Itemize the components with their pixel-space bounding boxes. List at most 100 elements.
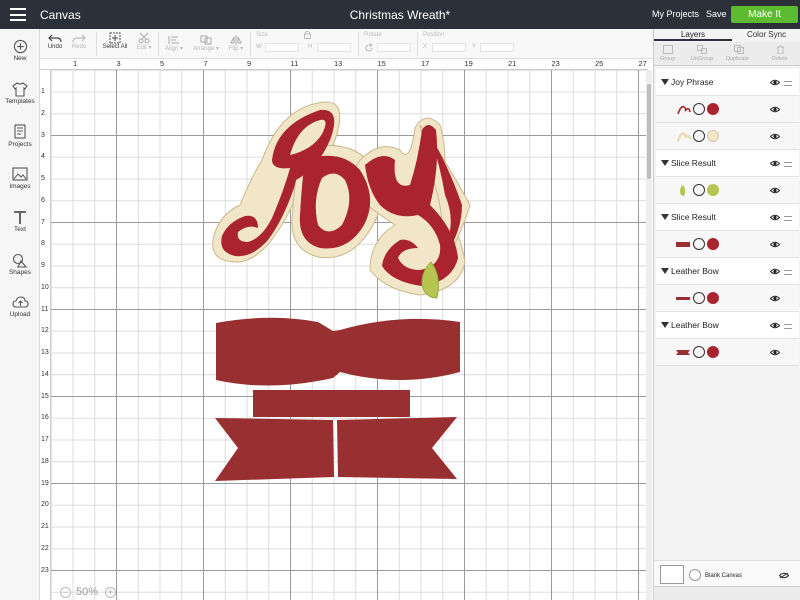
sidebar-item-projects[interactable]: Projects: [0, 124, 40, 148]
ungroup-button[interactable]: UnGroup: [691, 56, 713, 62]
layer-row[interactable]: [656, 231, 799, 258]
bow-strap-rect[interactable]: [253, 390, 410, 417]
sidebar-item-upload[interactable]: Upload: [0, 295, 40, 318]
rotate-field[interactable]: [377, 43, 411, 52]
layer-group-slice-result[interactable]: Slice Result: [656, 150, 799, 177]
eye-icon[interactable]: [770, 160, 780, 167]
attach-icon[interactable]: [693, 184, 705, 196]
eye-icon[interactable]: [770, 214, 780, 221]
attach-icon[interactable]: [693, 292, 705, 304]
height-field[interactable]: [317, 43, 351, 52]
delete-button[interactable]: Delete: [772, 56, 788, 62]
joy-thumbnail-icon: [677, 105, 691, 115]
strap-thumbnail-icon: [676, 297, 690, 300]
ruler-top-label: 11: [290, 59, 299, 68]
layer-group-slice-result[interactable]: Slice Result: [656, 204, 799, 231]
zoom-in-button[interactable]: +: [105, 587, 116, 598]
layer-group-name: Joy Phrase: [671, 77, 714, 87]
ribbon-tail-left[interactable]: [215, 418, 334, 481]
divider: [250, 32, 251, 56]
collapse-arrow-icon[interactable]: [661, 322, 669, 328]
eye-icon[interactable]: [770, 106, 780, 113]
eye-icon[interactable]: [770, 268, 780, 275]
save-button[interactable]: Save: [706, 9, 727, 19]
edit-menu[interactable]: Edit ▾: [133, 32, 155, 51]
color-swatch[interactable]: [707, 184, 719, 196]
arrange-menu[interactable]: Arrange ▾: [190, 35, 222, 52]
blank-canvas-row[interactable]: Blank Canvas: [654, 560, 800, 586]
drag-handle-icon[interactable]: [784, 324, 792, 329]
layer-group-joy-phrase[interactable]: Joy Phrase: [656, 69, 799, 96]
sidebar-item-new[interactable]: New: [0, 39, 40, 62]
drag-handle-icon[interactable]: [784, 162, 792, 167]
color-swatch[interactable]: [707, 238, 719, 250]
collapse-arrow-icon[interactable]: [661, 79, 669, 85]
hidden-eye-icon[interactable]: [779, 572, 789, 579]
eye-icon[interactable]: [770, 295, 780, 302]
eye-icon[interactable]: [770, 133, 780, 140]
ruler-top-label: 3: [116, 59, 121, 68]
collapse-arrow-icon[interactable]: [661, 160, 669, 166]
attach-icon[interactable]: [693, 130, 705, 142]
blank-canvas-swatch[interactable]: [660, 565, 684, 584]
sidebar-item-templates[interactable]: Templates: [0, 82, 40, 105]
attach-icon[interactable]: [693, 238, 705, 250]
divider: [96, 32, 97, 56]
drag-handle-icon[interactable]: [784, 81, 792, 86]
layer-row[interactable]: [656, 285, 799, 312]
layer-row[interactable]: [656, 96, 799, 123]
sidebar-item-shapes[interactable]: Shapes: [0, 253, 40, 276]
color-swatch[interactable]: [707, 292, 719, 304]
x-field[interactable]: [432, 43, 466, 52]
collapse-arrow-icon[interactable]: [661, 268, 669, 274]
color-swatch[interactable]: [707, 130, 719, 142]
flip-menu[interactable]: Flip ▾: [225, 35, 247, 52]
sidebar-item-label: Upload: [9, 311, 31, 318]
sidebar-item-images[interactable]: Images: [0, 167, 40, 190]
redo-button[interactable]: Redo: [70, 33, 88, 50]
eye-icon[interactable]: [770, 349, 780, 356]
my-projects-link[interactable]: My Projects: [652, 9, 699, 19]
eye-icon[interactable]: [770, 187, 780, 194]
bow-wavy-band[interactable]: [216, 317, 460, 386]
canvas-scrollbar[interactable]: [646, 70, 652, 600]
group-button[interactable]: Group: [660, 56, 675, 62]
drag-handle-icon[interactable]: [784, 216, 792, 221]
layer-row[interactable]: [656, 177, 799, 204]
layer-group-name: Slice Result: [671, 158, 716, 168]
color-swatch[interactable]: [707, 346, 719, 358]
eye-icon[interactable]: [770, 79, 780, 86]
align-menu[interactable]: Align ▾: [162, 35, 186, 52]
zoom-out-button[interactable]: −: [60, 587, 71, 598]
rotate-icon: [365, 43, 373, 52]
ribbon-tail-right[interactable]: [337, 417, 457, 479]
attach-icon[interactable]: [693, 346, 705, 358]
sidebar-item-text[interactable]: Text: [0, 210, 40, 233]
undo-label: Undo: [47, 44, 63, 50]
lock-icon[interactable]: [304, 30, 311, 39]
layer-group-leather-bow[interactable]: Leather Bow: [656, 258, 799, 285]
layer-group-leather-bow[interactable]: Leather Bow: [656, 312, 799, 339]
scrollbar-thumb[interactable]: [647, 84, 651, 179]
select-all-button[interactable]: Select All: [100, 32, 130, 50]
duplicate-button[interactable]: Duplicate: [726, 56, 749, 62]
eye-icon[interactable]: [770, 241, 780, 248]
width-field[interactable]: [265, 43, 299, 52]
layer-row[interactable]: [656, 123, 799, 150]
attach-icon[interactable]: [693, 103, 705, 115]
text-icon: [14, 211, 26, 224]
ruler-top-label: 25: [595, 59, 604, 68]
drag-handle-icon[interactable]: [784, 270, 792, 275]
tab-layers[interactable]: Layers: [654, 29, 732, 41]
eye-icon[interactable]: [770, 322, 780, 329]
tab-color-sync[interactable]: Color Sync: [732, 29, 800, 41]
layer-row[interactable]: [656, 339, 799, 366]
blank-canvas-label: Blank Canvas: [705, 573, 743, 579]
blank-canvas-color[interactable]: [689, 569, 701, 581]
color-swatch[interactable]: [707, 103, 719, 115]
edit-toolbar: Undo Redo Select All Edit ▾ Align ▾ Arra…: [40, 29, 653, 59]
undo-button[interactable]: Undo: [46, 33, 64, 50]
collapse-arrow-icon[interactable]: [661, 214, 669, 220]
y-field[interactable]: [480, 43, 514, 52]
make-it-button[interactable]: Make It: [731, 6, 798, 23]
